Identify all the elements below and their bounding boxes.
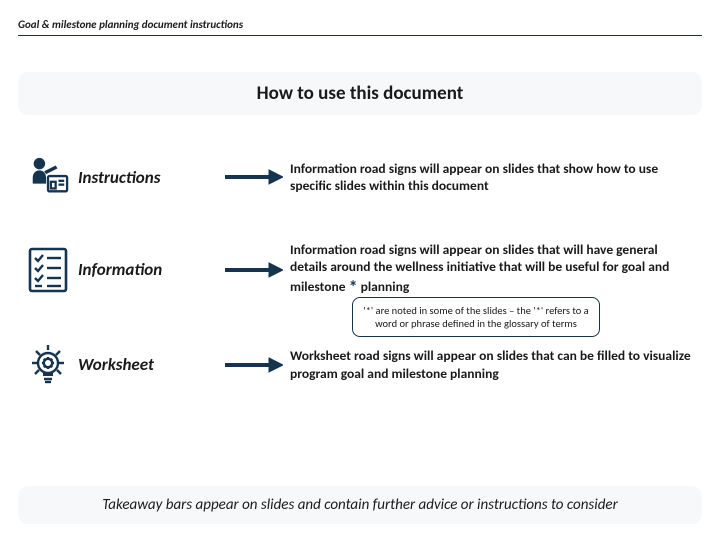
row-label: Worksheet bbox=[78, 354, 218, 375]
running-header: Goal & milestone planning document instr… bbox=[18, 18, 702, 36]
arrow-right-icon bbox=[225, 168, 283, 186]
takeaway-bar: Takeaway bars appear on slides and conta… bbox=[18, 486, 702, 524]
legend-rows: Instructions Information road signs will… bbox=[18, 155, 702, 389]
desc-pre: Information road signs will appear on sl… bbox=[290, 241, 669, 295]
asterisk-icon: * bbox=[349, 276, 358, 298]
desc-post: planning bbox=[358, 278, 410, 295]
arrow-right-icon bbox=[225, 261, 283, 279]
lightbulb-gear-icon bbox=[25, 341, 71, 389]
row-label: Instructions bbox=[78, 167, 218, 188]
arrow-right-icon bbox=[225, 356, 283, 374]
row-description: Information road signs will appear on sl… bbox=[290, 160, 696, 195]
row-description: Worksheet road signs will appear on slid… bbox=[290, 347, 696, 382]
asterisk-callout: '*' are noted in some of the slides – th… bbox=[352, 297, 600, 337]
row-label: Information bbox=[78, 259, 218, 280]
row-worksheet: Worksheet Worksheet road signs will appe… bbox=[24, 341, 696, 389]
row-information: Information Information road signs will … bbox=[24, 241, 696, 299]
page-title: How to use this document bbox=[18, 72, 702, 115]
instructor-icon bbox=[27, 155, 69, 199]
checklist-icon bbox=[27, 246, 69, 294]
row-description: Information road signs will appear on sl… bbox=[290, 241, 696, 299]
row-instructions: Instructions Information road signs will… bbox=[24, 155, 696, 199]
